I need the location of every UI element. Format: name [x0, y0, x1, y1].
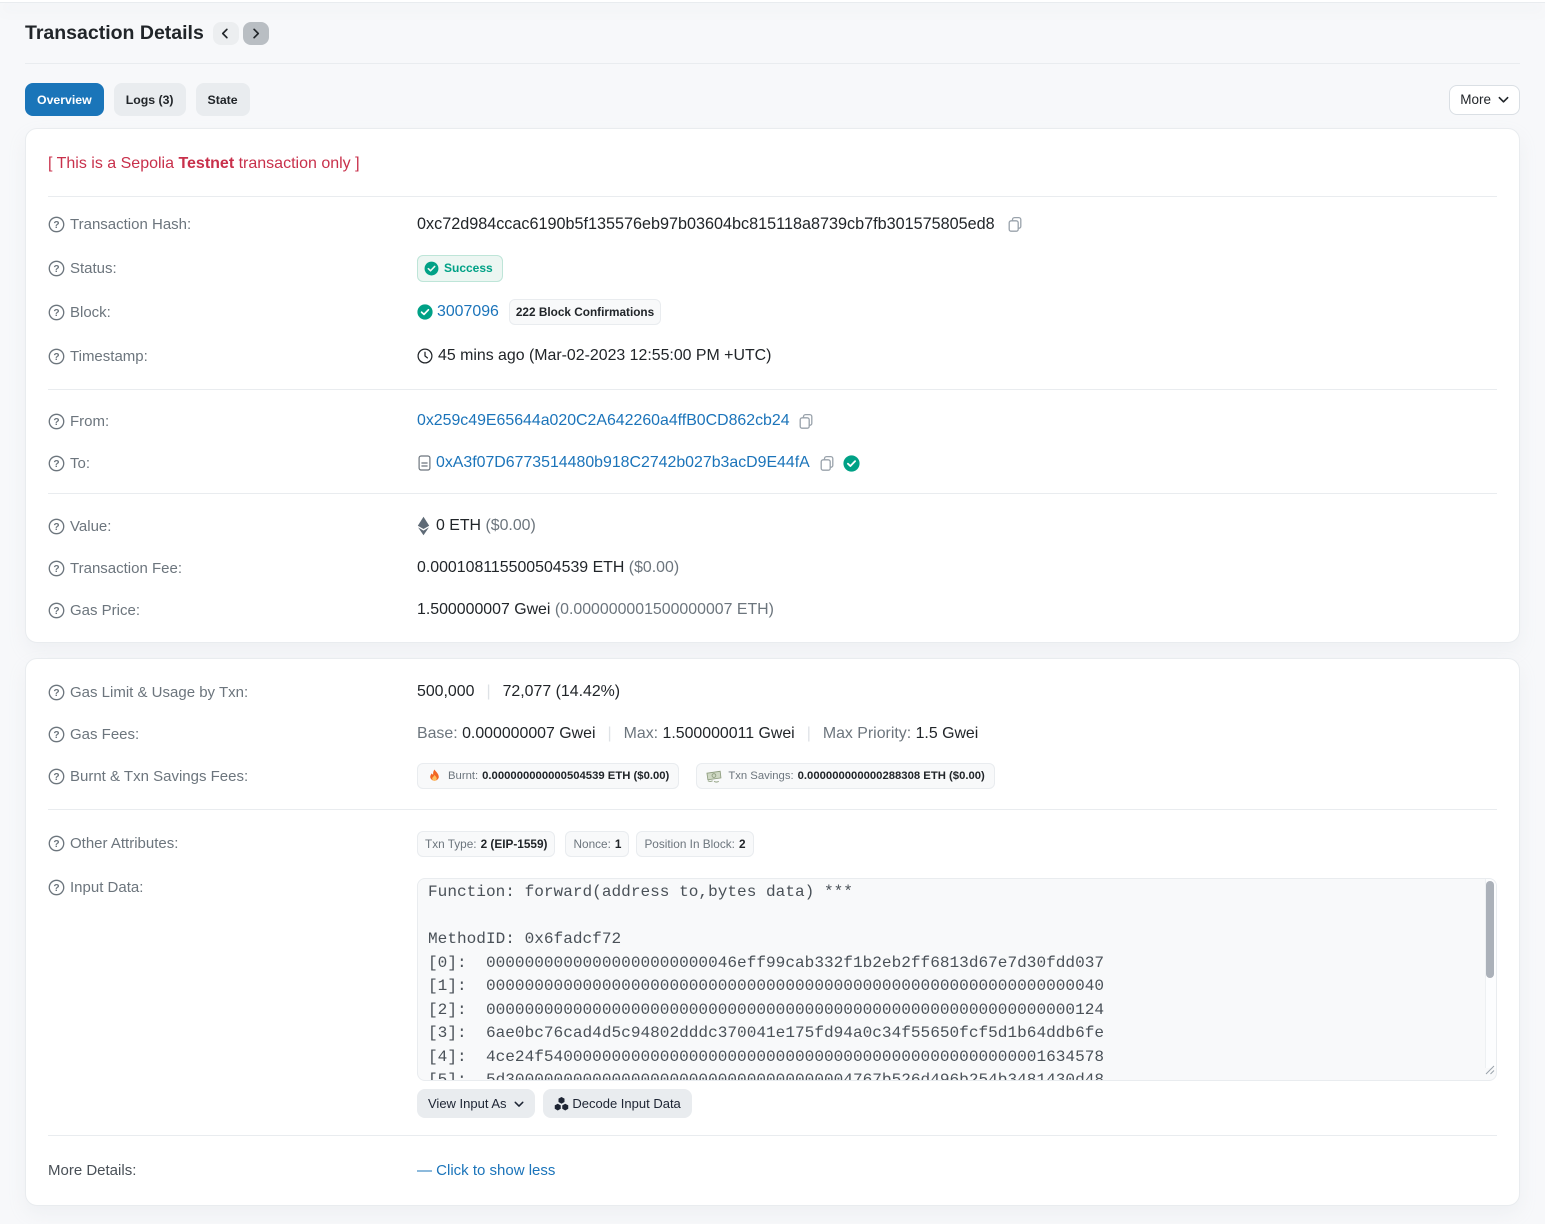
svg-text:?: ?: [53, 729, 59, 740]
svg-text:?: ?: [53, 416, 59, 427]
svg-text:?: ?: [53, 307, 59, 318]
svg-text:?: ?: [53, 839, 59, 850]
svg-text:?: ?: [53, 351, 59, 362]
svg-text:?: ?: [53, 521, 59, 532]
svg-text:?: ?: [53, 263, 59, 274]
svg-text:?: ?: [53, 687, 59, 698]
svg-text:?: ?: [53, 219, 59, 230]
svg-text:?: ?: [53, 771, 59, 782]
svg-text:?: ?: [53, 883, 59, 894]
svg-text:?: ?: [53, 563, 59, 574]
svg-text:?: ?: [53, 605, 59, 616]
svg-text:?: ?: [53, 458, 59, 469]
